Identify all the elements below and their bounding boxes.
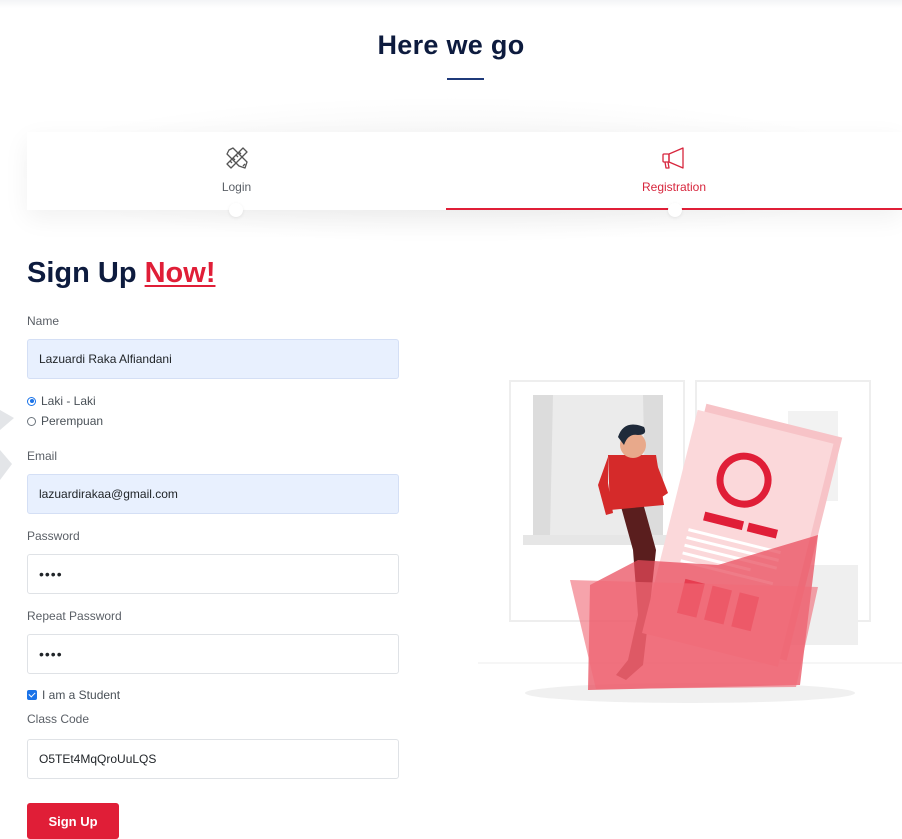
class-code-input-value: O5TEt4MqQroUuLQS xyxy=(39,752,157,766)
tab-login[interactable]: Login xyxy=(27,132,446,217)
tab-bar: Login Registration xyxy=(27,132,902,217)
password-input[interactable]: •••• xyxy=(27,554,399,594)
name-input-value: Lazuardi Raka Alfiandani xyxy=(39,352,172,366)
name-input[interactable]: Lazuardi Raka Alfiandani xyxy=(27,339,399,379)
student-checkbox-row[interactable]: I am a Student xyxy=(27,688,120,702)
email-input-value: lazuardirakaa@gmail.com xyxy=(39,487,178,501)
signup-button[interactable]: Sign Up xyxy=(27,803,119,839)
name-label: Name xyxy=(27,314,60,328)
password-input-value: •••• xyxy=(39,566,63,582)
megaphone-icon xyxy=(662,147,684,169)
tab-indicator-dot xyxy=(668,203,682,217)
page-title: Here we go xyxy=(377,30,525,60)
registration-illustration xyxy=(478,380,902,703)
repeat-password-input-value: •••• xyxy=(39,646,63,662)
tab-registration-label: Registration xyxy=(641,180,707,194)
radio-female[interactable] xyxy=(27,416,36,426)
tab-registration[interactable]: Registration xyxy=(446,132,902,217)
pencil-ruler-icon xyxy=(225,147,248,169)
top-bar xyxy=(0,0,902,8)
class-code-input[interactable]: O5TEt4MqQroUuLQS xyxy=(27,739,399,779)
decorative-edge-shape xyxy=(0,410,14,480)
gender-option-male-label: Laki - Laki xyxy=(41,394,96,408)
signup-heading-main: Sign Up xyxy=(27,257,137,289)
radio-male[interactable] xyxy=(27,396,36,406)
repeat-password-input[interactable]: •••• xyxy=(27,634,399,674)
signup-heading-accent: Now! xyxy=(144,257,216,289)
student-checkbox[interactable] xyxy=(27,690,37,700)
repeat-password-label: Repeat Password xyxy=(27,609,122,623)
password-label: Password xyxy=(27,529,80,543)
signup-heading: Sign Up Now! xyxy=(27,257,215,290)
gender-option-male[interactable]: Laki - Laki xyxy=(27,394,96,408)
tab-login-label: Login xyxy=(221,180,252,194)
tab-indicator-dot xyxy=(229,203,243,217)
student-checkbox-label: I am a Student xyxy=(42,688,121,702)
class-code-label: Class Code xyxy=(27,712,90,726)
email-label: Email xyxy=(27,449,58,463)
gender-option-female[interactable]: Perempuan xyxy=(27,414,103,428)
email-input[interactable]: lazuardirakaa@gmail.com xyxy=(27,474,399,514)
gender-option-female-label: Perempuan xyxy=(41,414,104,428)
title-underline xyxy=(447,78,484,80)
